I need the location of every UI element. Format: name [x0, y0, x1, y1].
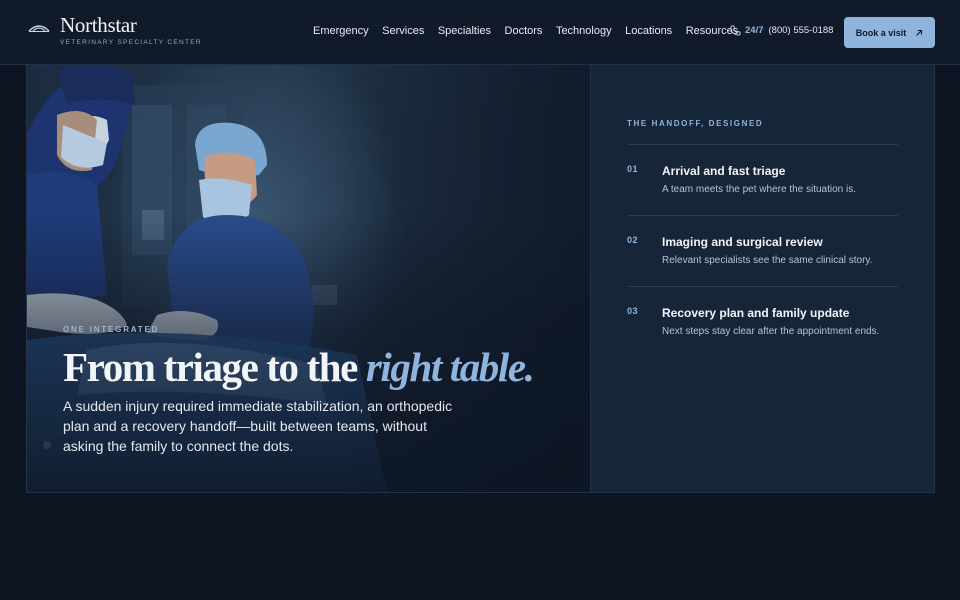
handoff-steps-list: 01 Arrival and fast triage A team meets …	[627, 144, 898, 357]
phone-icon	[730, 25, 741, 36]
phone-link[interactable]: 24/7 (800) 555-0188	[730, 25, 833, 36]
hero-eyebrow: ONE INTEGRATED	[63, 325, 160, 334]
step-description: Next steps stay clear after the appointm…	[662, 326, 880, 337]
step-description: Relevant specialists see the same clinic…	[662, 255, 873, 266]
nav-item-locations[interactable]: Locations	[625, 24, 672, 38]
nav-item-doctors[interactable]: Doctors	[505, 24, 543, 38]
nav-item-technology[interactable]: Technology	[556, 24, 612, 38]
handoff-step: 03 Recovery plan and family update Next …	[627, 286, 898, 357]
hero-headline: From triage to the right table.	[63, 340, 535, 394]
step-number: 03	[627, 306, 639, 316]
panel-eyebrow: THE HANDOFF, DESIGNED	[627, 119, 764, 128]
step-title: Imaging and surgical review	[662, 235, 823, 249]
site-header: Northstar VETERINARY SPECIALTY CENTER Em…	[0, 0, 960, 65]
handoff-panel: THE HANDOFF, DESIGNED 01 Arrival and fas…	[590, 65, 934, 492]
handoff-step: 02 Imaging and surgical review Relevant …	[627, 215, 898, 286]
brand-name: Northstar	[60, 13, 137, 37]
eye-arc-logo-icon	[28, 25, 50, 32]
phone-number: (800) 555-0188	[768, 25, 834, 36]
step-title: Arrival and fast triage	[662, 164, 786, 178]
phone-availability: 24/7	[745, 25, 764, 36]
book-visit-label: Book a visit	[855, 27, 907, 38]
brand-logo[interactable]: Northstar VETERINARY SPECIALTY CENTER	[28, 13, 201, 46]
hero-headline-main: From triage to the	[63, 344, 366, 390]
nav-item-emergency[interactable]: Emergency	[313, 24, 369, 38]
step-number: 01	[627, 164, 639, 174]
hero-body-text: A sudden injury required immediate stabi…	[63, 398, 453, 454]
handoff-step: 01 Arrival and fast triage A team meets …	[627, 144, 898, 215]
hero-card: ONE INTEGRATED From triage to the right …	[26, 65, 935, 493]
nav-item-specialties[interactable]: Specialties	[438, 24, 491, 38]
step-description: A team meets the pet where the situation…	[662, 184, 856, 195]
arrow-up-right-icon	[916, 29, 923, 36]
nav-item-services[interactable]: Services	[382, 24, 424, 38]
main-nav: Emergency Services Specialties Doctors T…	[313, 24, 752, 38]
brand-tagline: VETERINARY SPECIALTY CENTER	[60, 39, 202, 46]
step-title: Recovery plan and family update	[662, 306, 850, 320]
step-number: 02	[627, 235, 639, 245]
book-visit-button[interactable]: Book a visit	[844, 17, 935, 48]
hero-headline-emphasis: right table.	[365, 344, 535, 390]
